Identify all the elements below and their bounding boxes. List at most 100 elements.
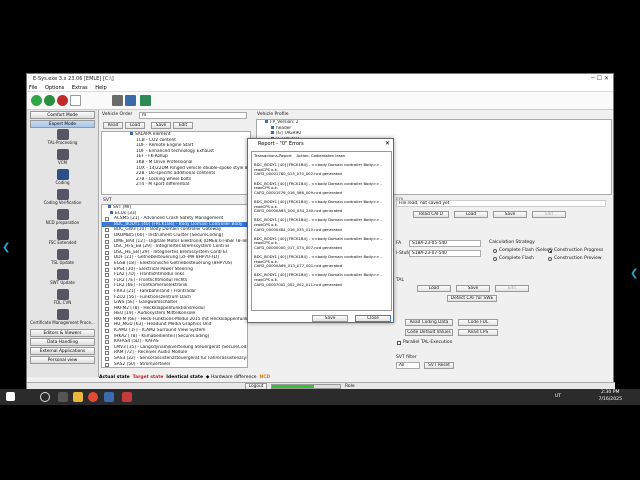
tal-load-button[interactable]: Load (417, 285, 451, 292)
vo-edit-button[interactable]: Edit (173, 122, 193, 129)
expand-icon[interactable] (105, 329, 109, 334)
task-view-icon[interactable] (58, 392, 68, 402)
sidebar-item-tsl[interactable]: TSL Update (27, 249, 98, 268)
radio-construction-preview[interactable] (548, 257, 552, 261)
comfort-mode-button[interactable]: Comfort Mode (30, 111, 95, 119)
read-cafd-button[interactable]: Read CAFD (413, 211, 449, 218)
expand-icon[interactable] (105, 362, 109, 367)
expert-mode-button[interactable]: Expert Mode (30, 120, 95, 128)
vo-save-button[interactable]: Save (151, 122, 171, 129)
disconnect-icon[interactable] (57, 95, 68, 106)
tal-edit-button[interactable]: Edit (495, 285, 529, 292)
code-default-values-button[interactable]: Code Default Values (405, 329, 453, 336)
expand-icon[interactable] (105, 340, 109, 345)
editors-viewers-button[interactable]: Editors & Viewers (30, 329, 95, 337)
clock[interactable]: 2:30 PM 7/16/2025 (598, 390, 622, 403)
windows-start-icon[interactable] (6, 392, 15, 401)
dialog-save-button[interactable]: Save (312, 315, 348, 322)
radio-complete-flash[interactable] (493, 257, 497, 261)
close-icon[interactable]: ✕ (385, 139, 390, 149)
sidebar-item-swt[interactable]: SWT Update (27, 269, 98, 288)
expand-icon[interactable] (105, 306, 109, 311)
menu-options[interactable]: Options (45, 85, 64, 91)
code-fdl-button[interactable]: Code FDL (458, 319, 498, 326)
app-taskbar-icon[interactable] (122, 392, 132, 402)
external-applications-button[interactable]: External Applications (30, 347, 95, 355)
sidebar-item-tal[interactable]: TAL-Processing (27, 129, 98, 148)
menu-extras[interactable]: Extras (72, 85, 88, 91)
expand-icon[interactable] (105, 250, 109, 255)
radio-construction-progress[interactable] (548, 249, 553, 254)
expand-icon[interactable] (105, 256, 109, 261)
data-handling-button[interactable]: Data Handling (30, 338, 95, 346)
svt-reset-button[interactable]: SVT Reset (424, 362, 454, 369)
sidebar-item-certificate[interactable]: Certificate Management Proce... (27, 309, 98, 328)
expand-icon[interactable] (105, 261, 109, 266)
vehicle-order-field[interactable]: m (139, 112, 247, 119)
expand-icon[interactable] (105, 323, 109, 328)
flash-icon[interactable] (140, 95, 151, 106)
expand-icon[interactable] (105, 245, 109, 250)
cafd-save-button[interactable]: Save (493, 211, 527, 218)
left-arrow-icon[interactable]: ❮ (2, 242, 10, 253)
sidebar-item-ncd[interactable]: NCD preparation (27, 209, 98, 228)
window-controls[interactable]: ─ ☐ ✕ (591, 74, 609, 84)
sidebar-item-coding-verification[interactable]: Coding Verification (27, 189, 98, 208)
fa-field[interactable]: S18A-23-05-540 (409, 240, 481, 247)
expand-icon[interactable] (105, 345, 109, 350)
file-explorer-icon[interactable] (73, 392, 83, 402)
cafd-edit-button[interactable]: Edit (532, 211, 566, 218)
radio-complete-flash-select[interactable] (493, 249, 497, 253)
personal-view-button[interactable]: Personal view (30, 356, 95, 364)
read-cps-button[interactable]: Read CPS (458, 329, 498, 336)
esys-taskbar-icon[interactable] (104, 392, 114, 402)
chrome-icon[interactable] (88, 392, 98, 402)
tal-save-button[interactable]: Save (456, 285, 490, 292)
expand-icon[interactable] (105, 289, 109, 294)
radio-label: Complete Flash (499, 256, 534, 261)
tree-item[interactable]: 2T4 - M sport differential (102, 182, 250, 188)
expand-icon[interactable] (105, 233, 109, 238)
document-icon[interactable] (70, 95, 81, 106)
vo-read-button[interactable]: Read (103, 122, 123, 129)
expand-icon[interactable] (105, 222, 109, 227)
parallel-tal-checkbox[interactable] (397, 341, 401, 345)
expand-icon[interactable] (105, 312, 109, 317)
settings-icon[interactable] (125, 95, 136, 106)
menu-file[interactable]: File (29, 85, 37, 91)
expand-icon[interactable] (105, 301, 109, 306)
expand-icon[interactable] (105, 317, 109, 322)
tsl-icon (56, 249, 69, 260)
expand-icon[interactable] (105, 357, 109, 362)
detect-caf-button[interactable]: Detect CAF for SWE (447, 295, 497, 302)
connect-icon[interactable] (31, 95, 42, 106)
expand-icon[interactable] (105, 295, 109, 300)
svt-filter-select[interactable]: All (396, 362, 420, 369)
right-arrow-icon[interactable]: ❮ (630, 268, 638, 279)
desktop: E-Sys.exe 3.x 23.06 [EMLE] [C:\] ─ ☐ ✕ F… (0, 0, 640, 480)
sidebar-item-vcm[interactable]: VCM (27, 149, 98, 168)
search-icon[interactable] (40, 392, 50, 402)
sidebar-item-fdl[interactable]: FDL CVN (27, 289, 98, 308)
read-coding-data-button[interactable]: Read Coding Data (405, 319, 453, 326)
expand-icon[interactable] (105, 267, 109, 272)
cafd-load-button[interactable]: Load (454, 211, 488, 218)
expand-icon[interactable] (105, 334, 109, 339)
expand-icon[interactable] (105, 239, 109, 244)
istufe-field[interactable]: S18A-23-07-540 (409, 250, 481, 257)
menu-help[interactable]: Help (95, 85, 106, 91)
ecu-row[interactable]: SAS2 [50] - Stromverteiler (102, 362, 247, 367)
vehicle-icon[interactable] (112, 95, 123, 106)
back-icon[interactable] (44, 95, 55, 106)
expand-icon[interactable] (105, 284, 109, 289)
expand-icon[interactable] (105, 278, 109, 283)
dialog-close-button[interactable]: Close (355, 315, 391, 322)
language-indicator[interactable]: UT (555, 394, 561, 399)
vo-load-button[interactable]: Load (125, 122, 145, 129)
expand-icon[interactable] (105, 273, 109, 278)
sidebar-item-coding[interactable]: Coding (27, 169, 98, 188)
sidebar-item-fsc[interactable]: FSC Extended (27, 229, 98, 248)
expand-icon[interactable] (105, 351, 109, 356)
expand-icon[interactable] (105, 217, 109, 222)
expand-icon[interactable] (105, 228, 109, 233)
